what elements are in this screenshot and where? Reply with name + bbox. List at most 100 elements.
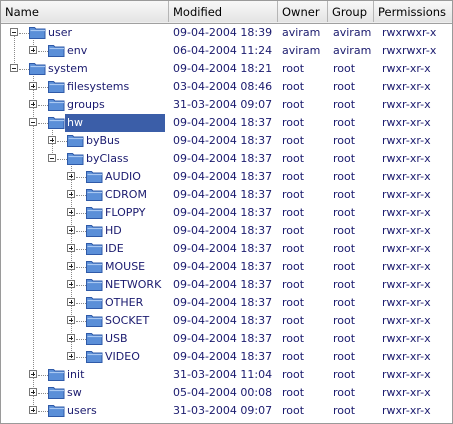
item-name[interactable]: FLOPPY (105, 204, 145, 222)
modified-date: 09-04-2004 18:37 (173, 152, 273, 165)
tree-row[interactable]: AUDIO 09-04-2004 18:37 root root rwxr-xr-x (1, 168, 452, 186)
item-name[interactable]: hw (65, 114, 165, 132)
item-name[interactable]: users (67, 402, 97, 420)
column-header-modified[interactable]: Modified (169, 1, 278, 22)
item-name[interactable]: MOUSE (105, 258, 145, 276)
tree-row[interactable]: MOUSE 09-04-2004 18:37 root root rwxr-xr-x (1, 258, 452, 276)
collapse-minus-icon[interactable] (29, 118, 37, 126)
tree-row[interactable]: system 09-04-2004 18:21 root root rwxr-xr-x (1, 60, 452, 78)
group-cell: root (333, 224, 356, 237)
tree-row[interactable]: sw 05-04-2004 00:08 root root rwxr-xr-x (1, 384, 452, 402)
tree-row[interactable]: init 31-03-2004 11:04 root root rwxr-xr-x (1, 366, 452, 384)
tree-row[interactable]: FLOPPY 09-04-2004 18:37 root root rwxr-xr-x (1, 204, 452, 222)
modified-date: 09-04-2004 18:21 (173, 62, 273, 75)
modified-date: 06-04-2004 11:24 (173, 44, 273, 57)
item-name[interactable]: OTHER (105, 294, 143, 312)
group-cell: root (333, 242, 356, 255)
owner-cell: root (282, 404, 305, 417)
expand-plus-icon[interactable] (29, 100, 37, 108)
expand-plus-icon[interactable] (67, 316, 75, 324)
tree-row[interactable]: USB 09-04-2004 18:37 root root rwxr-xr-x (1, 330, 452, 348)
item-name[interactable]: VIDEO (105, 348, 140, 366)
collapse-minus-icon[interactable] (48, 154, 56, 162)
tree-row[interactable]: byBus 09-04-2004 18:37 root root rwxr-xr-x (1, 132, 452, 150)
item-name[interactable]: HD (105, 222, 122, 240)
collapse-minus-icon[interactable] (10, 64, 18, 72)
item-name[interactable]: USB (105, 330, 128, 348)
permissions-cell: rwxr-xr-x (382, 350, 431, 363)
modified-date: 31-03-2004 09:07 (173, 404, 273, 417)
permissions-cell: rwxrwxr-x (382, 26, 437, 39)
tree-row[interactable]: NETWORK 09-04-2004 18:37 root root rwxr-xr-x (1, 276, 452, 294)
owner-cell: root (282, 386, 305, 399)
permissions-cell: rwxr-xr-x (382, 116, 431, 129)
tree-row[interactable]: hw 09-04-2004 18:37 root root rwxr-xr-x (1, 114, 452, 132)
modified-date: 09-04-2004 18:37 (173, 350, 273, 363)
expand-plus-icon[interactable] (67, 190, 75, 198)
expand-plus-icon[interactable] (67, 280, 75, 288)
item-name[interactable]: groups (67, 96, 105, 114)
file-tree-view[interactable]: Name Modified Owner Group Permissions us… (0, 0, 453, 424)
item-name[interactable]: IDE (105, 240, 124, 258)
column-header-group[interactable]: Group (328, 1, 374, 22)
tree-row[interactable]: byClass 09-04-2004 18:37 root root rwxr-xr-x (1, 150, 452, 168)
tree-row[interactable]: HD 09-04-2004 18:37 root root rwxr-xr-x (1, 222, 452, 240)
owner-cell: root (282, 242, 305, 255)
expand-plus-icon[interactable] (67, 226, 75, 234)
item-name[interactable]: sw (67, 384, 82, 402)
expand-plus-icon[interactable] (67, 208, 75, 216)
expand-plus-icon[interactable] (29, 370, 37, 378)
tree-row[interactable]: IDE 09-04-2004 18:37 root root rwxr-xr-x (1, 240, 452, 258)
expand-plus-icon[interactable] (67, 298, 75, 306)
expand-plus-icon[interactable] (67, 334, 75, 342)
modified-date: 09-04-2004 18:37 (173, 314, 273, 327)
item-name[interactable]: AUDIO (105, 168, 141, 186)
owner-cell: root (282, 368, 305, 381)
expand-plus-icon[interactable] (29, 388, 37, 396)
column-header-owner[interactable]: Owner (278, 1, 328, 22)
owner-cell: root (282, 206, 305, 219)
group-cell: root (333, 152, 356, 165)
expand-plus-icon[interactable] (48, 136, 56, 144)
tree-row[interactable]: groups 31-03-2004 09:07 root root rwxr-xr-x (1, 96, 452, 114)
expand-plus-icon[interactable] (67, 172, 75, 180)
group-cell: root (333, 278, 356, 291)
expand-plus-icon[interactable] (67, 262, 75, 270)
tree-row[interactable]: env 06-04-2004 11:24 aviram aviram rwxrwxr-x (1, 42, 452, 60)
expand-plus-icon[interactable] (67, 352, 75, 360)
item-name[interactable]: system (48, 60, 88, 78)
item-name[interactable]: byClass (86, 150, 128, 168)
expand-plus-icon[interactable] (29, 82, 37, 90)
item-name[interactable]: NETWORK (105, 276, 161, 294)
item-name[interactable]: init (67, 366, 84, 384)
item-name[interactable]: byBus (86, 132, 120, 150)
tree-row[interactable]: CDROM 09-04-2004 18:37 root root rwxr-xr-x (1, 186, 452, 204)
collapse-minus-icon[interactable] (10, 28, 18, 36)
tree-row[interactable]: user 09-04-2004 18:39 aviram aviram rwxrwxr-… (1, 24, 452, 42)
expand-plus-icon[interactable] (29, 46, 37, 54)
item-name[interactable]: user (48, 24, 72, 42)
modified-date: 09-04-2004 18:37 (173, 296, 273, 309)
tree-row[interactable]: users 31-03-2004 09:07 root root rwxr-xr-x (1, 402, 452, 420)
owner-cell: root (282, 224, 305, 237)
tree-row[interactable]: VIDEO 09-04-2004 18:37 root root rwxr-xr-x (1, 348, 452, 366)
modified-date: 09-04-2004 18:37 (173, 206, 273, 219)
item-name[interactable]: CDROM (105, 186, 147, 204)
folder-icon (67, 152, 84, 165)
column-header-permissions[interactable]: Permissions (374, 1, 452, 22)
tree-row[interactable]: OTHER 09-04-2004 18:37 root root rwxr-xr-x (1, 294, 452, 312)
tree-row[interactable]: SOCKET 09-04-2004 18:37 root root rwxr-xr-x (1, 312, 452, 330)
tree-row[interactable]: filesystems 03-04-2004 08:46 root root rwxr-… (1, 78, 452, 96)
owner-cell: aviram (282, 26, 321, 39)
permissions-cell: rwxrwxr-x (382, 44, 437, 57)
permissions-cell: rwxr-xr-x (382, 404, 431, 417)
permissions-cell: rwxr-xr-x (382, 224, 431, 237)
expand-plus-icon[interactable] (67, 244, 75, 252)
column-header-name[interactable]: Name (1, 1, 169, 22)
owner-cell: root (282, 314, 305, 327)
item-name[interactable]: env (67, 42, 87, 60)
expand-plus-icon[interactable] (29, 406, 37, 414)
permissions-cell: rwxr-xr-x (382, 98, 431, 111)
item-name[interactable]: SOCKET (105, 312, 149, 330)
item-name[interactable]: filesystems (67, 78, 129, 96)
